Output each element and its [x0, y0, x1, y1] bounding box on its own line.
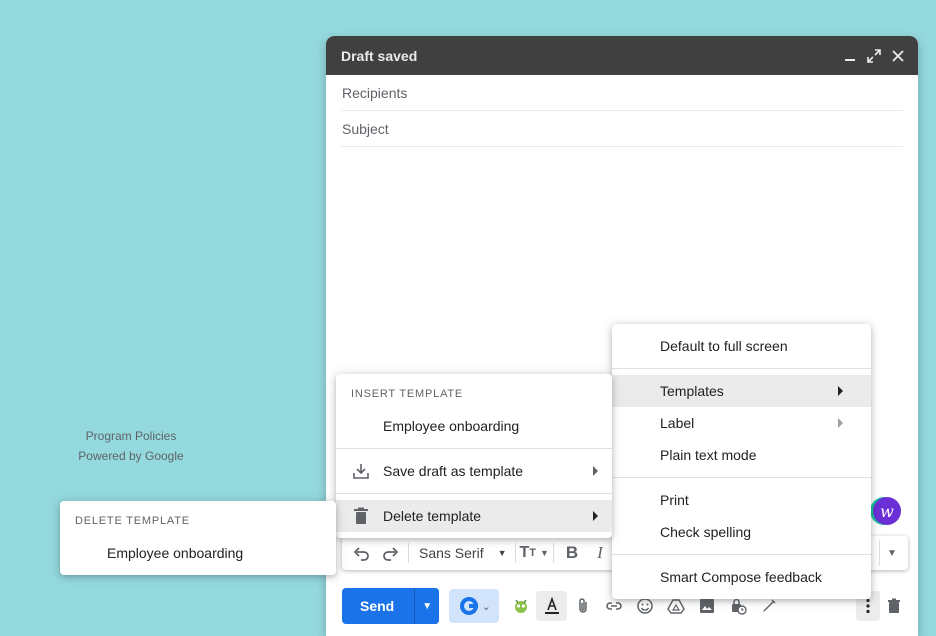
menu-item-label: Templates [660, 383, 724, 399]
toolbar-divider [552, 543, 554, 563]
delete-template-header: DELETE TEMPLATE [75, 515, 190, 527]
footer-links: Program Policies Powered by Google [60, 426, 202, 466]
more-formatting-icon[interactable]: ▼ [879, 540, 904, 566]
minimize-icon[interactable] [838, 44, 862, 68]
grammarly-glyph: w [880, 501, 894, 521]
program-policies-link[interactable]: Program Policies [60, 426, 202, 446]
insert-template-employee-onboarding[interactable]: Employee onboarding [336, 410, 612, 442]
text-format-icon[interactable] [536, 591, 568, 621]
subject-placeholder: Subject [342, 120, 389, 137]
recipients-placeholder: Recipients [342, 84, 408, 101]
menu-item-print[interactable]: Print [612, 484, 871, 516]
menu-item-smart-compose-feedback[interactable]: Smart Compose feedback [612, 561, 871, 593]
menu-divider [336, 448, 612, 449]
font-dropdown[interactable]: Sans Serif ▼ [413, 539, 511, 567]
attach-icon[interactable] [567, 591, 598, 621]
fullscreen-icon[interactable] [862, 44, 886, 68]
grammarly-icon[interactable]: w [873, 497, 901, 525]
more-options-menu: Default to full screen Templates Label P… [612, 324, 871, 599]
menu-item-label: Employee onboarding [383, 418, 520, 434]
schedule-send-dropdown[interactable]: ▼ [414, 588, 440, 624]
menu-item-label: Delete template [383, 508, 482, 524]
recipients-field[interactable]: Recipients [341, 75, 903, 111]
compose-title: Draft saved [341, 47, 418, 64]
menu-divider [612, 554, 871, 555]
menu-item-label-submenu[interactable]: Label [612, 407, 871, 439]
menu-item-plain-text-mode[interactable]: Plain text mode [612, 439, 871, 471]
menu-item-label: Smart Compose feedback [660, 569, 822, 585]
submenu-arrow-icon [593, 511, 598, 521]
powered-by-google-link[interactable]: Powered by Google [60, 446, 202, 466]
menu-item-delete-template[interactable]: Delete template [336, 500, 612, 532]
redo-icon[interactable] [376, 539, 404, 567]
delete-template-submenu: DELETE TEMPLATE Employee onboarding [60, 501, 336, 575]
submenu-arrow-icon [593, 466, 598, 476]
menu-item-default-full-screen[interactable]: Default to full screen [612, 330, 871, 362]
compose-header: Draft saved [326, 36, 918, 75]
trash-icon[interactable] [880, 591, 908, 621]
text-size-icon[interactable]: T T ▼ [520, 539, 549, 567]
menu-item-label: Default to full screen [660, 338, 788, 354]
send-label: Send [360, 598, 395, 614]
menu-item-templates[interactable]: Templates [612, 375, 871, 407]
templates-submenu: INSERT TEMPLATE Employee onboarding Save… [336, 374, 612, 538]
submenu-arrow-icon [838, 418, 843, 428]
toolbar-divider [514, 543, 516, 563]
chevron-down-icon: ⌄ [481, 600, 491, 613]
extension-icon [459, 597, 478, 615]
menu-item-save-draft-as-template[interactable]: Save draft as template [336, 455, 612, 487]
extension-button[interactable]: ⌄ [449, 589, 500, 623]
insert-template-header: INSERT TEMPLATE [351, 388, 464, 400]
menu-item-label: Label [660, 415, 695, 431]
menu-item-label: Plain text mode [660, 447, 757, 463]
italic-icon[interactable]: I [586, 539, 614, 567]
menu-divider [336, 493, 612, 494]
menu-item-label: Save draft as template [383, 463, 524, 479]
send-button[interactable]: Send ▼ [342, 588, 440, 624]
trash-icon [354, 507, 368, 524]
menu-item-label: Check spelling [660, 524, 752, 540]
delete-template-employee-onboarding[interactable]: Employee onboarding [60, 537, 336, 569]
menu-item-label: Employee onboarding [107, 545, 244, 561]
menu-item-label: Print [660, 492, 689, 508]
chevron-down-icon: ▼ [497, 548, 507, 558]
bold-icon[interactable]: B [558, 539, 586, 567]
close-icon[interactable] [886, 44, 910, 68]
submenu-arrow-icon [838, 386, 843, 396]
menu-divider [612, 477, 871, 478]
bug-icon[interactable] [505, 591, 536, 621]
toolbar-divider [408, 543, 409, 563]
menu-divider [612, 368, 871, 369]
subject-field[interactable]: Subject [341, 111, 903, 147]
menu-item-check-spelling[interactable]: Check spelling [612, 516, 871, 548]
font-label: Sans Serif [419, 545, 484, 561]
undo-icon[interactable] [348, 539, 376, 567]
save-download-icon [353, 464, 369, 479]
